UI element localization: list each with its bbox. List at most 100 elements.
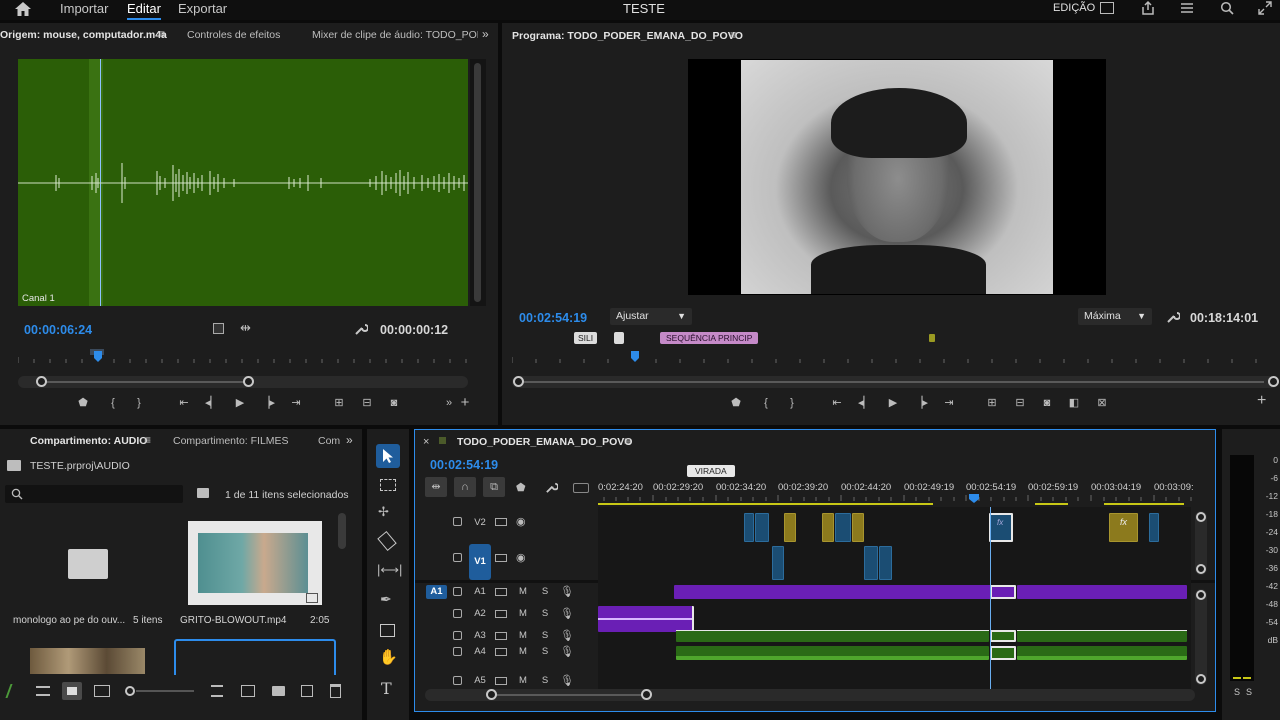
trash-icon[interactable] (330, 684, 341, 698)
program-title[interactable]: Programa: TODO_PODER_EMANA_DO_POVO (512, 30, 743, 42)
icon-view-button[interactable] (62, 682, 82, 700)
more-tabs-icon[interactable]: » (482, 27, 489, 41)
add-marker-icon[interactable]: ⬟ (516, 481, 526, 495)
workspace-label[interactable]: EDIÇÃO (1053, 2, 1095, 14)
program-zoom-scrollbar[interactable] (512, 376, 1279, 388)
mute-button[interactable]: M (515, 646, 531, 657)
pencil-icon[interactable] (5, 684, 21, 698)
sync-lock-icon[interactable] (495, 632, 507, 640)
hand-tool-icon[interactable]: ✋ (379, 650, 398, 665)
lock-icon[interactable] (453, 587, 462, 596)
track-select-tool-icon[interactable] (380, 479, 396, 491)
audio-clip[interactable] (676, 630, 989, 642)
more-tabs-icon[interactable]: » (346, 433, 353, 447)
audio-clip[interactable] (674, 585, 991, 599)
tab-audio-clip-mixer[interactable]: Mixer de clipe de áudio: TODO_PODE (312, 29, 478, 41)
mic-icon[interactable]: 🎙︎ (560, 645, 574, 659)
project-item-selected[interactable] (174, 639, 336, 675)
video-clip[interactable] (755, 513, 769, 542)
search-input[interactable] (5, 485, 183, 503)
sync-lock-icon[interactable] (495, 648, 507, 656)
program-video-frame[interactable] (688, 59, 1106, 295)
timeline-hscroll-left[interactable] (486, 689, 497, 700)
extract-icon[interactable]: ⊟ (1011, 396, 1029, 410)
waveform-zoom-bar[interactable] (470, 59, 486, 306)
slip-tool-icon[interactable]: |⟷| (377, 563, 402, 577)
project-item-bin[interactable]: monologo ao pe do ouv... 5 itens (5, 513, 167, 633)
tab-bin-audio[interactable]: Compartimento: AUDIO (30, 435, 147, 447)
tab-bin-more[interactable]: Com (318, 435, 340, 447)
share-icon[interactable] (1140, 0, 1156, 16)
menu-exportar[interactable]: Exportar (178, 1, 227, 16)
automate-icon[interactable] (241, 685, 255, 697)
tab-bin-filmes[interactable]: Compartimento: FILMES (173, 435, 289, 447)
razor-tool-icon[interactable] (377, 531, 397, 551)
zoom-slider-handle[interactable] (125, 686, 135, 696)
step-forward-icon[interactable]: ▕▸ (260, 396, 276, 410)
program-mark-in-icon[interactable]: { (759, 396, 773, 410)
source-time-ruler[interactable] (18, 349, 468, 363)
program-menu-icon[interactable]: ≡ (730, 28, 737, 42)
selected-video-clip[interactable]: fx (989, 513, 1013, 542)
close-sequence-icon[interactable]: × (423, 436, 429, 448)
source-timecode[interactable]: 00:00:06:24 (24, 323, 92, 337)
source-patch-a1[interactable]: A1 (426, 585, 447, 599)
solo-left-button[interactable]: S (1234, 687, 1240, 697)
project-item-video[interactable]: GRITO-BLOWOUT.mp4 2:05 (180, 513, 342, 633)
lock-icon[interactable] (453, 553, 462, 562)
captions-icon[interactable] (573, 483, 589, 493)
audio-vscroll[interactable] (1195, 589, 1207, 685)
program-add-button-icon[interactable]: + (1257, 393, 1266, 409)
selected-audio-clip[interactable] (990, 646, 1016, 660)
eye-icon[interactable]: ◉ (516, 551, 526, 565)
mark-out-icon[interactable]: } (132, 396, 146, 410)
type-tool-icon[interactable]: T (381, 679, 392, 698)
menu-importar[interactable]: Importar (60, 1, 108, 16)
track-name-a2[interactable]: A2 (472, 608, 488, 619)
track-name-a3[interactable]: A3 (472, 630, 488, 641)
sync-lock-icon[interactable] (495, 677, 507, 685)
mic-icon[interactable]: 🎙︎ (560, 674, 574, 688)
project-scrollbar[interactable] (338, 513, 346, 549)
track-name-v2[interactable]: V2 (472, 517, 488, 528)
menu-editar[interactable]: Editar (127, 1, 161, 20)
video-clip[interactable] (864, 546, 878, 580)
audio-waveform[interactable]: Canal 1 (18, 59, 468, 306)
video-clip[interactable] (822, 513, 834, 542)
video-clip[interactable] (852, 513, 864, 542)
video-vscroll[interactable] (1195, 511, 1207, 575)
program-mark-out-icon[interactable]: } (785, 396, 799, 410)
video-clip[interactable] (744, 513, 754, 542)
quality-dropdown[interactable]: Máxima ▼ (1078, 308, 1152, 325)
selection-tool[interactable] (376, 444, 400, 468)
solo-button[interactable]: S (537, 675, 553, 686)
sync-lock-icon[interactable] (495, 554, 507, 562)
lock-icon[interactable] (453, 517, 462, 526)
program-play-icon[interactable]: ▶ (885, 396, 901, 410)
step-back-icon[interactable]: ◂▏ (204, 396, 220, 410)
eye-icon[interactable]: ◉ (516, 515, 526, 529)
marker-icon[interactable]: ⬟ (76, 396, 90, 410)
video-clip[interactable]: fx (1109, 513, 1138, 542)
audio-clip[interactable] (676, 646, 989, 660)
track-target-v1[interactable]: V1 (469, 544, 491, 580)
video-clip[interactable] (784, 513, 796, 542)
snap-button[interactable]: ∩ (454, 477, 476, 497)
timeline-settings-wrench-icon[interactable] (545, 481, 558, 494)
program-time-ruler[interactable] (512, 349, 1278, 363)
timeline-ruler[interactable]: VIRADA 0:02:24:20 00:02:29:20 00:02:34:2… (598, 464, 1203, 505)
lift-icon[interactable]: ⊞ (983, 396, 1001, 410)
lock-icon[interactable] (453, 647, 462, 656)
zoom-slider[interactable] (136, 690, 194, 692)
lock-icon[interactable] (453, 609, 462, 618)
ripple-edit-tool-icon[interactable]: ✢ (378, 505, 389, 519)
search-icon[interactable] (1220, 1, 1234, 15)
program-marker-icon[interactable]: ⬟ (729, 396, 743, 410)
play-icon[interactable]: ▶ (232, 396, 248, 410)
sort-icon[interactable] (211, 685, 223, 697)
linked-selection-button[interactable]: ⧉ (483, 477, 505, 497)
new-bin-icon[interactable] (197, 488, 209, 498)
sync-lock-icon[interactable] (495, 518, 507, 526)
mark-in-icon[interactable]: { (106, 396, 120, 410)
bin-menu-icon[interactable]: ≡ (144, 433, 151, 447)
